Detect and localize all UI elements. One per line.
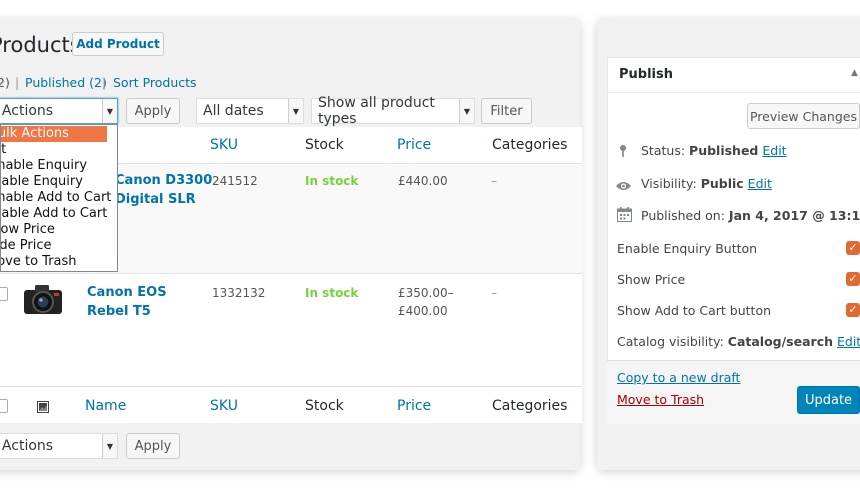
catalog-visibility-row: Catalog visibility: Catalog/search Edit: [617, 334, 860, 349]
edit-status-link[interactable]: Edit: [762, 143, 786, 158]
stock-status: In stock: [305, 286, 359, 300]
visibility-row: Visibility: Public Edit: [641, 176, 772, 191]
bulk-actions-value: Bulk Actions: [0, 103, 54, 119]
dropdown-option-edit[interactable]: Edit: [1, 142, 99, 158]
dropdown-option-show-price[interactable]: Show Price: [1, 222, 102, 238]
column-stock: Stock: [305, 398, 344, 414]
apply-button[interactable]: Apply: [126, 98, 180, 124]
chevron-down-icon: ▼: [288, 99, 303, 123]
product-name-line2[interactable]: Rebel T5: [87, 304, 151, 319]
stock-status: In stock: [305, 174, 359, 188]
update-button[interactable]: Update: [797, 386, 860, 414]
add-to-cart-checkbox[interactable]: ✓: [846, 303, 860, 317]
enable-enquiry-checkbox[interactable]: ✓: [846, 241, 860, 255]
product-price: £350.00–: [398, 286, 454, 300]
column-stock: Stock: [305, 137, 344, 153]
dropdown-option-enable-add-to-cart[interactable]: Enable Add to Cart: [1, 190, 111, 206]
product-type-value: Show all product types: [318, 95, 435, 127]
select-all-checkbox[interactable]: [0, 399, 8, 413]
catalog-value: Catalog/search: [727, 334, 834, 349]
filter-button[interactable]: Filter: [481, 98, 532, 124]
filter-published-link[interactable]: Published (2): [25, 75, 107, 90]
calendar-icon: [617, 207, 632, 226]
bulk-actions-value: Bulk Actions: [0, 438, 54, 454]
chevron-down-icon: ▼: [102, 434, 117, 458]
bottom-bulk-actions-select[interactable]: Bulk Actions ▼: [0, 433, 118, 459]
move-to-trash-link[interactable]: Move to Trash: [617, 392, 704, 407]
dropdown-option-hide-price[interactable]: Hide Price: [1, 238, 104, 254]
pin-icon: [617, 143, 629, 162]
column-price[interactable]: Price: [397, 398, 431, 414]
add-product-button[interactable]: Add Product: [72, 32, 164, 56]
option-enable-enquiry-label: Enable Enquiry Button: [617, 241, 758, 256]
product-sku: 1332132: [212, 286, 266, 300]
column-sku[interactable]: SKU: [210, 137, 238, 153]
eye-icon: [615, 177, 632, 196]
camera-thumbnail-icon[interactable]: [22, 283, 64, 319]
bottom-apply-button[interactable]: Apply: [126, 433, 180, 459]
catalog-label: Catalog visibility:: [617, 334, 724, 349]
copy-draft-link[interactable]: Copy to a new draft: [617, 370, 740, 385]
column-categories: Categories: [492, 398, 568, 414]
product-name-line1[interactable]: Canon D3300: [115, 173, 212, 188]
product-name-line2[interactable]: Digital SLR: [115, 192, 196, 207]
column-categories: Categories: [492, 137, 568, 153]
publish-header-divider: [607, 92, 860, 93]
published-on-value: Jan 4, 2017 @ 13:14: [728, 208, 860, 223]
page-title: Products: [0, 33, 81, 57]
dates-select[interactable]: All dates ▼: [196, 98, 304, 124]
visibility-value: Public: [700, 176, 744, 191]
collapse-arrow-icon[interactable]: ▲: [851, 68, 858, 78]
column-price[interactable]: Price: [397, 137, 431, 153]
row-divider: [0, 273, 582, 274]
product-price: £440.00: [398, 174, 448, 188]
visibility-label: Visibility:: [641, 176, 697, 191]
column-sku[interactable]: SKU: [210, 398, 238, 414]
sort-products-link[interactable]: Sort Products: [113, 75, 197, 90]
publish-title: Publish: [619, 67, 673, 82]
dates-select-value: All dates: [203, 103, 264, 119]
dropdown-option-disable-enquiry[interactable]: Disable Enquiry: [1, 174, 99, 190]
filter-all-count[interactable]: 2): [0, 75, 10, 90]
status-row: Status: Published Edit: [641, 143, 787, 158]
status-value: Published: [689, 143, 759, 158]
product-name-line1[interactable]: Canon EOS: [87, 285, 167, 300]
filter-separator: |: [15, 75, 20, 90]
edit-catalog-link[interactable]: Edit: [837, 334, 860, 349]
published-on-row: Published on: Jan 4, 2017 @ 13:14 Edit: [641, 208, 860, 223]
chevron-down-icon: ▼: [102, 99, 117, 123]
preview-changes-button[interactable]: Preview Changes: [747, 103, 860, 129]
row-checkbox[interactable]: [0, 287, 8, 301]
product-price-max: £400.00: [398, 304, 448, 318]
published-on-label: Published on:: [641, 208, 725, 223]
show-price-checkbox[interactable]: ✓: [846, 272, 860, 286]
status-label: Status:: [641, 143, 686, 158]
chevron-down-icon: ▼: [459, 99, 474, 123]
column-name[interactable]: Name: [85, 398, 126, 414]
dropdown-option-disable-add-to-cart[interactable]: Disable Add to Cart: [1, 206, 107, 222]
filter-separator: |: [102, 75, 107, 90]
product-categories: –: [491, 286, 497, 300]
edit-visibility-link[interactable]: Edit: [748, 176, 772, 191]
image-icon: [37, 398, 49, 417]
dropdown-option-move-to-trash[interactable]: Move to Trash: [1, 254, 104, 270]
footer-divider: [0, 386, 582, 387]
product-sku: 241512: [212, 174, 258, 188]
product-type-select[interactable]: Show all product types ▼: [311, 95, 475, 127]
dropdown-option-enable-enquiry[interactable]: Enable Enquiry: [1, 158, 107, 174]
bulk-actions-select[interactable]: Bulk Actions ▼: [0, 98, 118, 124]
product-categories: –: [491, 174, 497, 188]
dropdown-option-bulk-actions[interactable]: Bulk Actions: [1, 126, 107, 142]
option-add-to-cart-label: Show Add to Cart button: [617, 303, 772, 318]
bulk-actions-dropdown: Bulk Actions Edit Enable Enquiry Disable…: [0, 124, 118, 272]
option-show-price-label: Show Price: [617, 272, 686, 287]
